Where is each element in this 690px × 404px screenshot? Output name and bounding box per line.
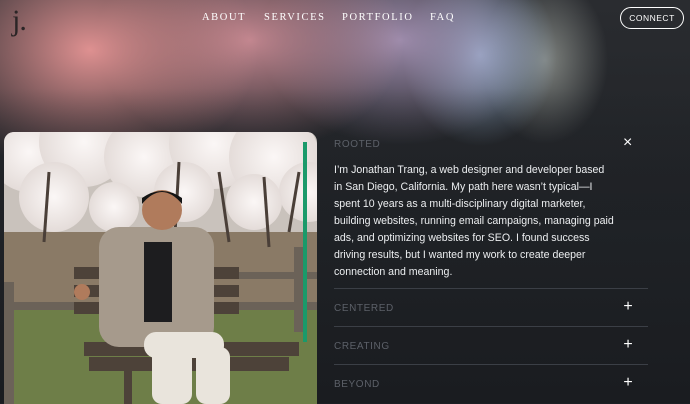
site-logo[interactable]: j. bbox=[12, 4, 27, 38]
connect-button[interactable]: CONNECT bbox=[620, 7, 684, 29]
nav-services[interactable]: SERVICES bbox=[264, 12, 342, 23]
plus-icon[interactable]: + bbox=[620, 375, 636, 391]
accordion-item-creating[interactable]: CREATING + bbox=[334, 326, 648, 364]
plus-icon[interactable]: + bbox=[620, 337, 636, 353]
accordion-body-text: I’m Jonathan Trang, a web designer and d… bbox=[334, 164, 614, 278]
plus-icon[interactable]: + bbox=[620, 299, 636, 315]
close-icon[interactable]: × bbox=[620, 135, 636, 151]
accordion-header-rooted[interactable]: ROOTED × bbox=[334, 132, 648, 156]
accordion-title: CENTERED bbox=[334, 303, 394, 314]
accordion-item-beyond[interactable]: BEYOND + bbox=[334, 364, 648, 402]
nav-faq[interactable]: FAQ bbox=[430, 12, 455, 23]
portrait-illustration bbox=[4, 132, 317, 404]
about-accordion: ROOTED × I’m Jonathan Trang, a web desig… bbox=[334, 132, 648, 402]
accordion-title: BEYOND bbox=[334, 379, 380, 390]
accordion-title: CREATING bbox=[334, 341, 390, 352]
nav-about[interactable]: ABOUT bbox=[202, 12, 264, 23]
main-nav: ABOUT SERVICES PORTFOLIO FAQ bbox=[202, 12, 455, 23]
accordion-title: ROOTED bbox=[334, 139, 381, 150]
portrait-photo bbox=[4, 132, 317, 404]
nav-portfolio[interactable]: PORTFOLIO bbox=[342, 12, 430, 23]
accordion-item-rooted: ROOTED × I’m Jonathan Trang, a web desig… bbox=[334, 132, 648, 289]
accordion-item-centered[interactable]: CENTERED + bbox=[334, 289, 648, 326]
